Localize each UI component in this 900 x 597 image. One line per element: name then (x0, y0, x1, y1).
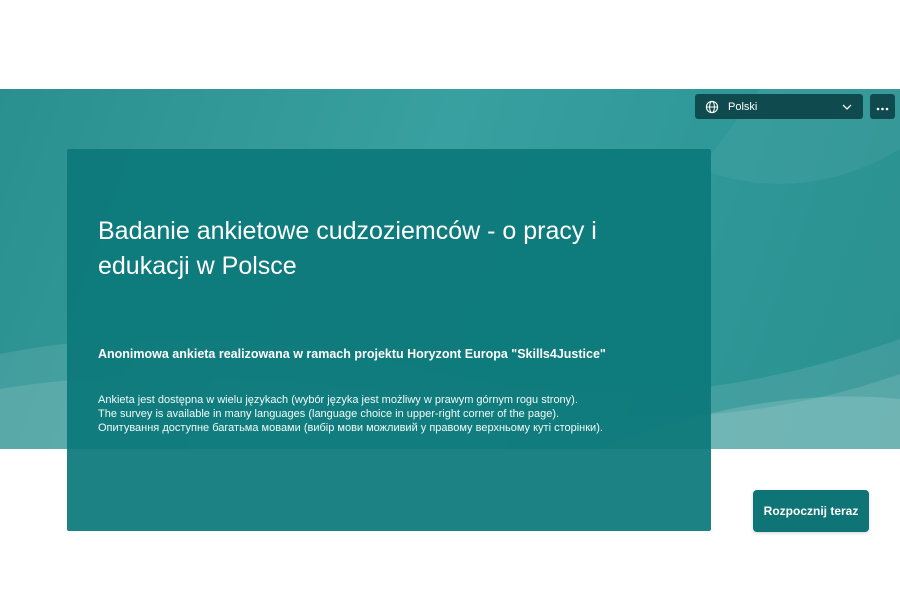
description-line-en: The survey is available in many language… (98, 408, 560, 420)
form-subtitle: Anonimowa ankieta realizowana w ramach p… (98, 347, 606, 361)
description-line-pl: Ankieta jest dostępna w wielu językach (… (98, 394, 578, 406)
chevron-down-icon (841, 101, 853, 113)
language-selector-value: Polski (728, 100, 758, 113)
start-now-button[interactable]: Rozpocznij teraz (753, 490, 869, 532)
form-description: Ankieta jest dostępna w wielu językach (… (98, 393, 658, 435)
more-options-icon (876, 98, 889, 116)
globe-icon (705, 100, 719, 114)
description-line-uk: Опитування доступне багатьма мовами (виб… (98, 422, 603, 434)
more-options-button[interactable] (870, 94, 895, 119)
language-selector[interactable]: Polski (695, 94, 863, 119)
form-title: Badanie ankietowe cudzoziemców - o pracy… (98, 217, 597, 280)
form-intro-card (67, 149, 711, 531)
